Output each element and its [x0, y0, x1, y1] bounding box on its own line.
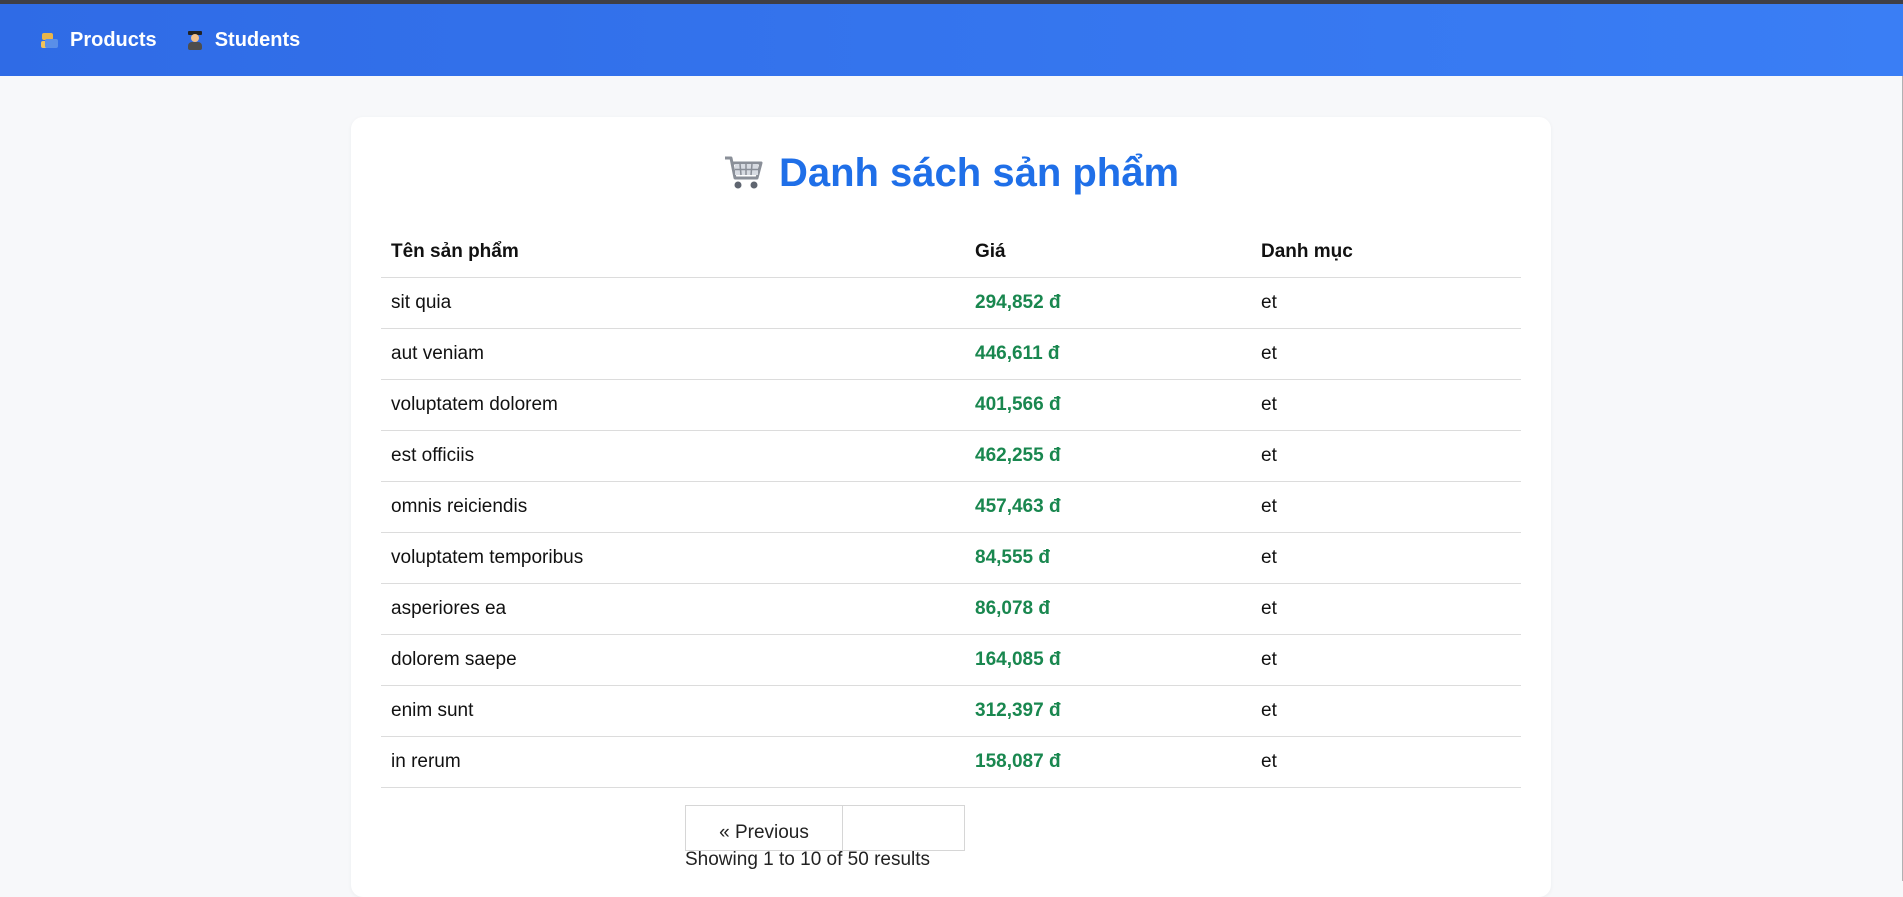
- table-row: asperiores ea 86,078 đ et: [381, 583, 1521, 635]
- table-row: voluptatem dolorem 401,566 đ et: [381, 379, 1521, 431]
- nav-item-label: Products: [70, 28, 157, 51]
- product-price: 158,087 đ: [965, 736, 1251, 788]
- product-price: 164,085 đ: [965, 634, 1251, 686]
- product-category: et: [1251, 481, 1521, 533]
- products-card: Danh sách sản phẩm Tên sản phẩm Giá Danh…: [351, 117, 1551, 897]
- page-title: Danh sách sản phẩm: [778, 151, 1180, 195]
- product-category: et: [1251, 583, 1521, 635]
- product-category: et: [1251, 685, 1521, 737]
- product-category: et: [1251, 532, 1521, 584]
- table-row: dolorem saepe 164,085 đ et: [381, 634, 1521, 686]
- previous-page-button[interactable]: « Previous: [685, 805, 843, 851]
- pagination: « Previous: [685, 805, 965, 851]
- table-row: sit quia 294,852 đ et: [381, 277, 1521, 329]
- product-name: aut veniam: [381, 328, 965, 380]
- product-name: dolorem saepe: [381, 634, 965, 686]
- product-category: et: [1251, 277, 1521, 329]
- product-price: 446,611 đ: [965, 328, 1251, 380]
- product-category: et: [1251, 634, 1521, 686]
- product-name: omnis reiciendis: [381, 481, 965, 533]
- product-category: et: [1251, 328, 1521, 380]
- table-row: aut veniam 446,611 đ et: [381, 328, 1521, 380]
- product-price: 462,255 đ: [965, 430, 1251, 482]
- product-price: 294,852 đ: [965, 277, 1251, 329]
- product-name: asperiores ea: [381, 583, 965, 635]
- table-row: in rerum 158,087 đ et: [381, 736, 1521, 788]
- column-header-category: Danh mục: [1251, 227, 1521, 278]
- product-price: 457,463 đ: [965, 481, 1251, 533]
- table-header-row: Tên sản phẩm Giá Danh mục: [381, 227, 1521, 278]
- table-row: omnis reiciendis 457,463 đ et: [381, 481, 1521, 533]
- nav-item-label: Students: [214, 28, 301, 51]
- product-name: in rerum: [381, 736, 965, 788]
- page-title-wrapper: Danh sách sản phẩm: [351, 145, 1551, 201]
- cart-icon: [724, 156, 763, 189]
- product-price: 312,397 đ: [965, 685, 1251, 737]
- product-category: et: [1251, 430, 1521, 482]
- column-header-price: Giá: [965, 227, 1251, 278]
- table-row: enim sunt 312,397 đ et: [381, 685, 1521, 737]
- products-table: Tên sản phẩm Giá Danh mục sit quia 294,8…: [381, 227, 1521, 788]
- column-header-name: Tên sản phẩm: [381, 227, 965, 278]
- product-name: enim sunt: [381, 685, 965, 737]
- product-price: 84,555 đ: [965, 532, 1251, 584]
- product-name: est officiis: [381, 430, 965, 482]
- navbar: Products Students: [0, 4, 1903, 76]
- nav-item-students[interactable]: Students: [185, 28, 301, 52]
- results-summary: Showing 1 to 10 of 50 results: [685, 849, 931, 870]
- table-row: voluptatem temporibus 84,555 đ et: [381, 532, 1521, 584]
- product-price: 401,566 đ: [965, 379, 1251, 431]
- products-icon: [40, 30, 60, 50]
- product-category: et: [1251, 736, 1521, 788]
- product-price: 86,078 đ: [965, 583, 1251, 635]
- next-page-button[interactable]: [843, 805, 965, 851]
- nav-item-products[interactable]: Products: [40, 29, 157, 52]
- product-category: et: [1251, 379, 1521, 431]
- student-icon: [185, 30, 205, 50]
- table-row: est officiis 462,255 đ et: [381, 430, 1521, 482]
- product-name: voluptatem dolorem: [381, 379, 965, 431]
- product-name: sit quia: [381, 277, 965, 329]
- product-name: voluptatem temporibus: [381, 532, 965, 584]
